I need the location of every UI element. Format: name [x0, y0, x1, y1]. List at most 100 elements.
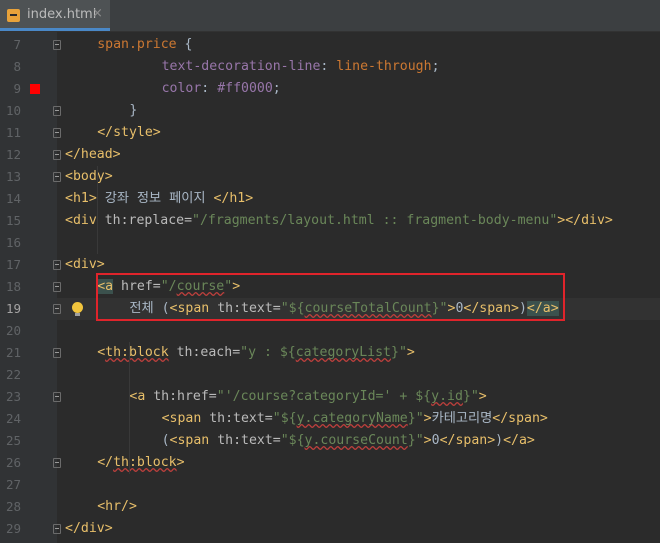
- code-token: th:href=: [153, 389, 217, 404]
- fold-toggle-icon[interactable]: [53, 40, 61, 50]
- code-line[interactable]: 25 (<span th:text="${y.courseCount}">0</s…: [0, 430, 660, 452]
- code-text: span.price {: [97, 34, 192, 56]
- code-text: <span th:text="${y.categoryName}">카테고리명<…: [162, 408, 548, 430]
- code-line[interactable]: 24 <span th:text="${y.categoryName}">카테고리…: [0, 408, 660, 430]
- code-line[interactable]: 15 <div th:replace="/fragments/layout.htm…: [0, 210, 660, 232]
- line-number: 14: [5, 191, 21, 206]
- breakpoint-marker[interactable]: [30, 84, 40, 94]
- code-line[interactable]: 29 </div>: [0, 518, 660, 540]
- fold-toggle-icon[interactable]: [53, 304, 61, 314]
- fold-toggle-icon[interactable]: [53, 392, 61, 402]
- code-token: "y : ${: [240, 345, 296, 360]
- code-line[interactable]: 8 text-decoration-line: line-through;: [0, 56, 660, 78]
- code-line[interactable]: 13 <body>: [0, 166, 660, 188]
- html-file-icon: [7, 9, 20, 22]
- code-line[interactable]: 21 <th:block th:each="y : ${categoryList}…: [0, 342, 660, 364]
- code-token: </span>: [463, 301, 519, 316]
- code-line[interactable]: 22: [0, 364, 660, 386]
- code-token: }": [407, 411, 424, 426]
- code-token: th:block: [113, 455, 177, 470]
- line-number: 21: [5, 345, 21, 360]
- code-token: line-through: [336, 59, 432, 74]
- line-number: 26: [5, 455, 21, 470]
- code-line[interactable]: 27: [0, 474, 660, 496]
- code-line[interactable]: 19 전체 (<span th:text="${courseTotalCount}…: [0, 298, 660, 320]
- code-line[interactable]: 17 <div>: [0, 254, 660, 276]
- code-token: courseTotalCount: [304, 301, 432, 316]
- indent-guide: [129, 342, 130, 474]
- line-number: 15: [5, 213, 21, 228]
- code-token: </span>: [492, 411, 548, 426]
- code-line[interactable]: 18 <a href="/course">: [0, 276, 660, 298]
- code-token: <div: [65, 213, 105, 228]
- code-token: 강좌 정보 페이지: [96, 191, 214, 206]
- code-text: </th:block>: [97, 452, 184, 474]
- code-token: </head>: [65, 147, 121, 162]
- code-token: "${: [280, 301, 305, 316]
- code-line[interactable]: 16: [0, 232, 660, 254]
- code-token: <span: [169, 301, 218, 316]
- code-text: <a href="/course">: [97, 276, 240, 298]
- code-token: </a>: [503, 433, 535, 448]
- code-line[interactable]: 20: [0, 320, 660, 342]
- code-text: color: #ff0000;: [162, 78, 281, 100]
- code-text: </div>: [65, 518, 113, 540]
- fold-toggle-icon[interactable]: [53, 172, 61, 182]
- intention-bulb-icon[interactable]: [72, 302, 83, 316]
- line-number: 13: [5, 169, 21, 184]
- line-number: 25: [5, 433, 21, 448]
- code-token: <span: [161, 411, 210, 426]
- fold-toggle-icon[interactable]: [53, 348, 61, 358]
- code-token: <a: [129, 389, 154, 404]
- line-number: 11: [5, 125, 21, 140]
- code-token: >: [232, 279, 241, 294]
- code-token: </h1>: [213, 191, 254, 206]
- tab-index-html[interactable]: index.html ×: [0, 0, 110, 31]
- line-number: 10: [5, 103, 21, 118]
- line-number: 23: [5, 389, 21, 404]
- code-token: }": [407, 433, 424, 448]
- code-token: </a>: [526, 301, 559, 316]
- fold-toggle-icon[interactable]: [53, 458, 61, 468]
- code-token: (: [161, 433, 170, 448]
- code-token: }": [431, 301, 448, 316]
- code-line[interactable]: 11 </style>: [0, 122, 660, 144]
- code-line[interactable]: 23 <a th:href="'/course?categoryId=' + ${…: [0, 386, 660, 408]
- fold-toggle-icon[interactable]: [53, 282, 61, 292]
- line-number: 19: [5, 301, 21, 316]
- code-token: {: [184, 37, 193, 52]
- code-token: </: [97, 455, 114, 470]
- fold-toggle-icon[interactable]: [53, 524, 61, 534]
- code-text: 전체 (<span th:text="${courseTotalCount}">…: [129, 298, 559, 320]
- code-line[interactable]: 14 <h1> 강좌 정보 페이지 </h1>: [0, 188, 660, 210]
- code-token: >: [406, 345, 415, 360]
- code-token: span.price: [97, 37, 185, 52]
- fold-toggle-icon[interactable]: [53, 150, 61, 160]
- code-line[interactable]: 26 </th:block>: [0, 452, 660, 474]
- code-token: y.categoryName: [296, 411, 408, 426]
- line-number: 16: [5, 235, 21, 250]
- code-token: text-decoration-line: [161, 59, 321, 74]
- close-icon[interactable]: ×: [92, 6, 103, 21]
- code-text: <h1> 강좌 정보 페이지 </h1>: [65, 188, 253, 210]
- code-token: :: [320, 59, 337, 74]
- code-text: (<span th:text="${y.courseCount}">0</spa…: [162, 430, 535, 452]
- fold-toggle-icon[interactable]: [53, 128, 61, 138]
- line-number: 12: [5, 147, 21, 162]
- code-line[interactable]: 12 </head>: [0, 144, 660, 166]
- code-line[interactable]: 28 <hr/>: [0, 496, 660, 518]
- line-number: 27: [5, 477, 21, 492]
- line-number: 9: [13, 81, 21, 96]
- code-token: 전체 (: [129, 301, 170, 316]
- code-line[interactable]: 10}: [0, 100, 660, 122]
- fold-toggle-icon[interactable]: [53, 106, 61, 116]
- code-token: ): [495, 433, 504, 448]
- code-token: "/fragments/layout.html :: fragment-body…: [192, 213, 558, 228]
- code-line[interactable]: 9 color: #ff0000;: [0, 78, 660, 100]
- code-token: >: [423, 411, 432, 426]
- code-line[interactable]: 7 span.price {: [0, 34, 660, 56]
- code-token: }: [129, 103, 138, 118]
- code-token: :: [201, 81, 218, 96]
- code-token: </span>: [439, 433, 496, 448]
- fold-toggle-icon[interactable]: [53, 260, 61, 270]
